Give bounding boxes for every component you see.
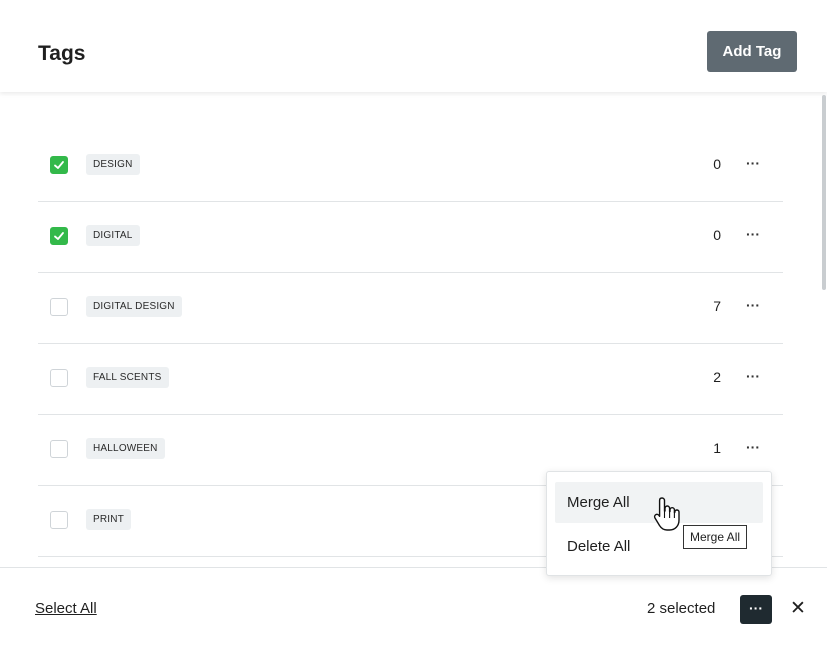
tags-panel: Tags Add Tag DESIGN 0 ··· DIGITAL 0 ··· … bbox=[0, 0, 827, 645]
tag-label: DIGITAL DESIGN bbox=[86, 296, 182, 317]
tag-count: 7 bbox=[713, 298, 721, 314]
tag-count: 0 bbox=[713, 156, 721, 172]
more-options-button[interactable]: ··· bbox=[741, 436, 765, 460]
table-row: DIGITAL 0 ··· bbox=[38, 201, 783, 273]
add-tag-button[interactable]: Add Tag bbox=[707, 31, 797, 72]
tag-count: 1 bbox=[713, 440, 721, 456]
check-icon bbox=[54, 161, 64, 169]
bulk-action-footer: Select All 2 selected ··· ✕ bbox=[0, 567, 827, 645]
row-checkbox[interactable] bbox=[50, 156, 68, 174]
close-icon[interactable]: ✕ bbox=[790, 597, 806, 620]
row-checkbox[interactable] bbox=[50, 440, 68, 458]
more-options-button[interactable]: ··· bbox=[741, 294, 765, 318]
select-all-link[interactable]: Select All bbox=[35, 600, 97, 617]
row-checkbox[interactable] bbox=[50, 369, 68, 387]
tag-label: DESIGN bbox=[86, 154, 140, 175]
tag-count: 0 bbox=[713, 227, 721, 243]
tag-count: 2 bbox=[713, 369, 721, 385]
tag-label: DIGITAL bbox=[86, 225, 140, 246]
bulk-more-options-button[interactable]: ··· bbox=[740, 595, 772, 624]
more-options-button[interactable]: ··· bbox=[741, 223, 765, 247]
tag-label: FALL SCENTS bbox=[86, 367, 169, 388]
tooltip: Merge All bbox=[683, 525, 748, 549]
panel-header: Tags Add Tag bbox=[0, 0, 827, 92]
selected-count: 2 selected bbox=[647, 600, 716, 617]
row-checkbox[interactable] bbox=[50, 511, 68, 529]
table-row: DESIGN 0 ··· bbox=[38, 130, 783, 202]
table-row: DIGITAL DESIGN 7 ··· bbox=[38, 272, 783, 344]
page-title: Tags bbox=[38, 42, 86, 65]
hand-pointer-icon bbox=[653, 497, 680, 531]
more-options-button[interactable]: ··· bbox=[741, 365, 765, 389]
scrollbar[interactable] bbox=[822, 95, 826, 290]
tag-label: HALLOWEEN bbox=[86, 438, 165, 459]
row-checkbox[interactable] bbox=[50, 298, 68, 316]
check-icon bbox=[54, 232, 64, 240]
table-row: FALL SCENTS 2 ··· bbox=[38, 343, 783, 415]
tag-label: PRINT bbox=[86, 509, 131, 530]
more-options-button[interactable]: ··· bbox=[741, 152, 765, 176]
row-checkbox[interactable] bbox=[50, 227, 68, 245]
